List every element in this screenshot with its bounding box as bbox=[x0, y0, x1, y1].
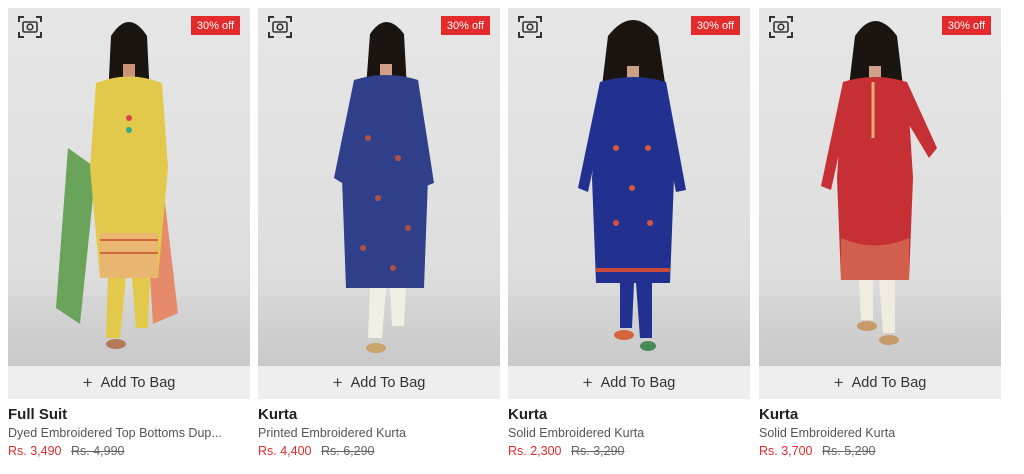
add-to-bag-button[interactable]: + Add To Bag bbox=[8, 366, 250, 399]
product-card[interactable]: 30% off + Add To Bag Kurta Printed Embro… bbox=[258, 8, 500, 460]
price-row: Rs. 3,700 Rs. 5,290 bbox=[759, 443, 1001, 460]
model-figure bbox=[821, 21, 937, 345]
add-to-bag-button[interactable]: + Add To Bag bbox=[508, 366, 750, 399]
original-price: Rs. 6,290 bbox=[321, 444, 375, 458]
price-row: Rs. 3,490 Rs. 4,990 bbox=[8, 443, 250, 460]
product-description[interactable]: Printed Embroidered Kurta bbox=[258, 425, 498, 442]
product-description[interactable]: Solid Embroidered Kurta bbox=[759, 425, 999, 442]
discount-badge: 30% off bbox=[690, 16, 740, 35]
sale-price: Rs. 4,400 bbox=[258, 444, 312, 458]
sale-price: Rs. 3,700 bbox=[759, 444, 813, 458]
product-title[interactable]: Kurta bbox=[759, 405, 1001, 424]
add-to-bag-button[interactable]: + Add To Bag bbox=[258, 366, 500, 399]
add-to-bag-label: Add To Bag bbox=[350, 374, 426, 391]
plus-icon: + bbox=[332, 373, 343, 392]
product-image[interactable]: 30% off bbox=[258, 8, 500, 366]
add-to-bag-label: Add To Bag bbox=[600, 374, 676, 391]
model-figure bbox=[334, 22, 434, 353]
image-search-icon[interactable] bbox=[268, 16, 292, 38]
product-title[interactable]: Kurta bbox=[258, 405, 500, 424]
product-grid: 30% off + Add To Bag Full Suit Dyed Embr… bbox=[0, 0, 1024, 474]
product-image[interactable]: 30% off bbox=[508, 8, 750, 366]
product-title[interactable]: Full Suit bbox=[8, 405, 250, 424]
original-price: Rs. 4,990 bbox=[71, 444, 125, 458]
original-price: Rs. 3,290 bbox=[571, 444, 625, 458]
discount-badge: 30% off bbox=[941, 16, 991, 35]
price-row: Rs. 4,400 Rs. 6,290 bbox=[258, 443, 500, 460]
sale-price: Rs. 3,490 bbox=[8, 444, 62, 458]
product-description[interactable]: Dyed Embroidered Top Bottoms Dup... bbox=[8, 425, 248, 442]
add-to-bag-label: Add To Bag bbox=[100, 374, 176, 391]
product-image[interactable]: 30% off bbox=[8, 8, 250, 366]
product-card[interactable]: 30% off + Add To Bag Kurta Solid Embroid… bbox=[759, 8, 1001, 460]
model-figure bbox=[578, 20, 686, 351]
discount-badge: 30% off bbox=[190, 16, 240, 35]
model-figure bbox=[56, 22, 178, 349]
product-title[interactable]: Kurta bbox=[508, 405, 750, 424]
product-image[interactable]: 30% off bbox=[759, 8, 1001, 366]
plus-icon: + bbox=[582, 373, 593, 392]
image-search-icon[interactable] bbox=[18, 16, 42, 38]
image-search-icon[interactable] bbox=[518, 16, 542, 38]
product-description[interactable]: Solid Embroidered Kurta bbox=[508, 425, 748, 442]
add-to-bag-label: Add To Bag bbox=[851, 374, 927, 391]
product-card[interactable]: 30% off + Add To Bag Kurta Solid Embroid… bbox=[508, 8, 750, 460]
product-card[interactable]: 30% off + Add To Bag Full Suit Dyed Embr… bbox=[8, 8, 250, 460]
discount-badge: 30% off bbox=[440, 16, 490, 35]
image-search-icon[interactable] bbox=[769, 16, 793, 38]
price-row: Rs. 2,300 Rs. 3,290 bbox=[508, 443, 750, 460]
plus-icon: + bbox=[82, 373, 93, 392]
add-to-bag-button[interactable]: + Add To Bag bbox=[759, 366, 1001, 399]
sale-price: Rs. 2,300 bbox=[508, 444, 562, 458]
plus-icon: + bbox=[833, 373, 844, 392]
original-price: Rs. 5,290 bbox=[822, 444, 876, 458]
